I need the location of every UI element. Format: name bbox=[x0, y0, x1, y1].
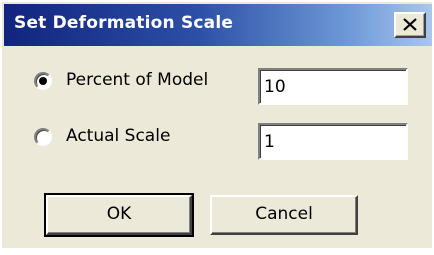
percent-of-model-radio[interactable] bbox=[34, 72, 52, 90]
ok-button[interactable]: OK bbox=[44, 193, 194, 237]
radio-selected-dot bbox=[39, 77, 47, 85]
close-icon bbox=[403, 18, 417, 31]
window-background bbox=[0, 248, 434, 255]
actual-scale-radio[interactable] bbox=[34, 128, 52, 146]
percent-of-model-label: Percent of Model bbox=[66, 70, 209, 90]
actual-scale-input[interactable]: 1 bbox=[258, 123, 408, 160]
cancel-button[interactable]: Cancel bbox=[210, 195, 358, 235]
percent-of-model-input[interactable]: 10 bbox=[258, 68, 408, 105]
close-button[interactable] bbox=[394, 12, 426, 38]
title-bar[interactable]: Set Deformation Scale bbox=[4, 4, 432, 46]
dialog-title: Set Deformation Scale bbox=[14, 13, 234, 33]
set-deformation-scale-dialog: Set Deformation Scale Percent of Model 1… bbox=[0, 0, 432, 248]
actual-scale-label: Actual Scale bbox=[66, 126, 171, 146]
